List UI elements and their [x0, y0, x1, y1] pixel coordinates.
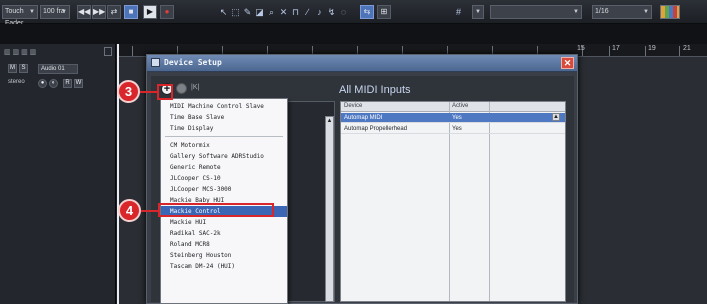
track-name[interactable]: Audio 01 — [38, 64, 78, 74]
track-list-toolbar: ▥ ▥ ▥ ▥ — [4, 47, 114, 58]
zoom-icon[interactable]: ⌕ — [266, 6, 277, 18]
monitor-button[interactable]: ◐ — [49, 79, 58, 88]
device-cell: Automap Propellerhead — [344, 126, 408, 132]
grid-value-select[interactable]: 1/16 ▼ — [592, 5, 652, 19]
scroll-up-icon[interactable]: ▲ — [326, 117, 333, 125]
menu-item[interactable]: JLCooper MCS-3000 — [161, 184, 287, 195]
callout-4-badge: 4 — [118, 199, 141, 222]
play-button[interactable]: ▶ — [143, 5, 157, 19]
menu-item[interactable]: CM Motormix — [161, 140, 287, 151]
chevron-down-icon: ▼ — [29, 9, 35, 15]
menu-item[interactable]: MIDI Machine Control Slave — [161, 101, 287, 112]
quantize-select[interactable]: ▼ — [490, 5, 582, 19]
close-button[interactable]: ✕ — [561, 57, 574, 69]
menu-item[interactable]: Time Display — [161, 123, 287, 134]
read-automation-button[interactable]: R — [63, 79, 72, 88]
rewind-button[interactable]: ◀◀ — [77, 5, 91, 19]
transport-toolbar: Touch Fader ▼ 100 fra ▼ ◀◀ ▶▶ ⇄ ■ ▶ ● ↖ … — [0, 0, 707, 27]
column-header-device[interactable]: Device — [344, 103, 362, 109]
midi-inputs-table: Device Active Automap MIDI Yes Automap P… — [340, 101, 566, 302]
track-list-tools-icon[interactable]: ▥ ▥ ▥ ▥ — [4, 48, 36, 56]
menu-item[interactable]: Generic Remote — [161, 162, 287, 173]
callout-3-highlight — [157, 84, 173, 100]
menu-item[interactable]: Steinberg Houston — [161, 250, 287, 261]
pencil-icon[interactable]: ✎ — [242, 6, 253, 18]
tempo-select[interactable]: 100 fra ▼ — [40, 5, 70, 19]
snap-mode-select[interactable]: Touch Fader ▼ — [2, 5, 38, 27]
chevron-down-icon: ▼ — [61, 9, 67, 15]
scrub-icon[interactable]: ↯ — [326, 6, 337, 18]
grid-value: 1/16 — [595, 8, 609, 15]
device-cell: Automap MIDI — [344, 115, 383, 121]
chevron-down-icon: ▼ — [475, 9, 481, 15]
track-list: ▥ ▥ ▥ ▥ M S Audio 01 stereo ● ◐ R W — [0, 44, 116, 304]
menu-item[interactable]: Mackie HUI — [161, 217, 287, 228]
ruler-tick — [645, 46, 646, 56]
eraser-icon[interactable]: ◪ — [254, 6, 265, 18]
active-cell[interactable]: Yes — [452, 124, 487, 134]
track-type: stereo — [8, 79, 25, 85]
ruler-tick — [132, 46, 133, 56]
stop-button[interactable]: ■ — [124, 5, 138, 19]
track-list-expand-icon[interactable] — [104, 47, 112, 56]
ruler-tick — [679, 46, 680, 56]
record-enable-button[interactable]: ● — [38, 79, 47, 88]
grid-type-select[interactable]: ▼ — [472, 5, 484, 19]
menu-item[interactable]: Radikal SAC-2k — [161, 228, 287, 239]
project-cursor[interactable] — [117, 44, 119, 304]
chevron-down-icon: ▼ — [643, 9, 649, 15]
menu-item[interactable]: Time Base Slave — [161, 112, 287, 123]
autoscroll-button[interactable]: ⇆ — [360, 5, 374, 19]
callout-3-leader — [140, 91, 157, 93]
ruler-bar-number: 17 — [612, 45, 620, 52]
menu-item[interactable]: JLCooper CS-10 — [161, 173, 287, 184]
track-row[interactable]: M S Audio 01 — [8, 64, 110, 76]
devices-scrollbar[interactable]: ▲ — [325, 116, 334, 302]
write-automation-button[interactable]: W — [74, 79, 83, 88]
info-line — [0, 24, 707, 44]
menu-item[interactable]: Tascam DM-24 (HUI) — [161, 261, 287, 272]
reset-button[interactable]: |K| — [191, 84, 199, 91]
mute-tool-icon[interactable]: ✕ — [278, 6, 289, 18]
window-icon — [151, 58, 160, 67]
solo-button[interactable]: S — [19, 64, 28, 73]
forward-button[interactable]: ▶▶ — [92, 5, 106, 19]
color-palette-button[interactable] — [660, 5, 680, 19]
table-row[interactable]: Automap MIDI Yes — [341, 113, 565, 123]
snap-toggle-button[interactable]: ⊞ — [377, 5, 391, 19]
menu-item[interactable]: Gallery Software ADRStudio — [161, 151, 287, 162]
column-header-active[interactable]: Active — [452, 103, 468, 109]
chevron-down-icon: ▼ — [573, 9, 579, 15]
callout-3-badge: 3 — [117, 80, 140, 103]
object-select-icon[interactable]: ↖ — [218, 6, 229, 18]
ruler-tick — [609, 46, 610, 56]
callout-4-leader — [141, 210, 158, 212]
ruler-bar-number: 19 — [648, 45, 656, 52]
record-button[interactable]: ● — [160, 5, 174, 19]
scroll-up-icon[interactable]: ▲ — [552, 113, 560, 121]
color-tool-icon[interactable]: ◌ — [338, 6, 349, 18]
play-tool-icon[interactable]: ♪ — [314, 6, 325, 18]
remove-device-button[interactable] — [176, 83, 187, 94]
dialog-titlebar[interactable]: Device Setup ✕ — [147, 55, 577, 72]
line-tool-icon[interactable]: ∕ — [302, 6, 313, 18]
cycle-button[interactable]: ⇄ — [107, 5, 121, 19]
add-device-menu: MIDI Machine Control Slave Time Base Sla… — [160, 98, 288, 304]
grid-icon[interactable]: # — [453, 6, 464, 18]
active-cell[interactable]: Yes — [452, 113, 487, 123]
track-controls: stereo ● ◐ R W — [8, 79, 110, 91]
ruler-bar-number: 15 — [577, 45, 585, 52]
table-header: Device Active — [341, 102, 565, 112]
glue-icon[interactable]: ⊓ — [290, 6, 301, 18]
range-select-icon[interactable]: ⬚ — [230, 6, 241, 18]
section-title: All MIDI Inputs — [339, 84, 411, 96]
dialog-title: Device Setup — [164, 58, 222, 67]
mute-button[interactable]: M — [8, 64, 17, 73]
table-row[interactable]: Automap Propellerhead Yes — [341, 124, 565, 134]
callout-4-highlight — [158, 203, 274, 217]
cubase-window: Touch Fader ▼ 100 fra ▼ ◀◀ ▶▶ ⇄ ■ ▶ ● ↖ … — [0, 0, 707, 304]
ruler-bar-number: 21 — [683, 45, 691, 52]
menu-separator — [165, 136, 283, 137]
menu-item[interactable]: Roland MCR8 — [161, 239, 287, 250]
